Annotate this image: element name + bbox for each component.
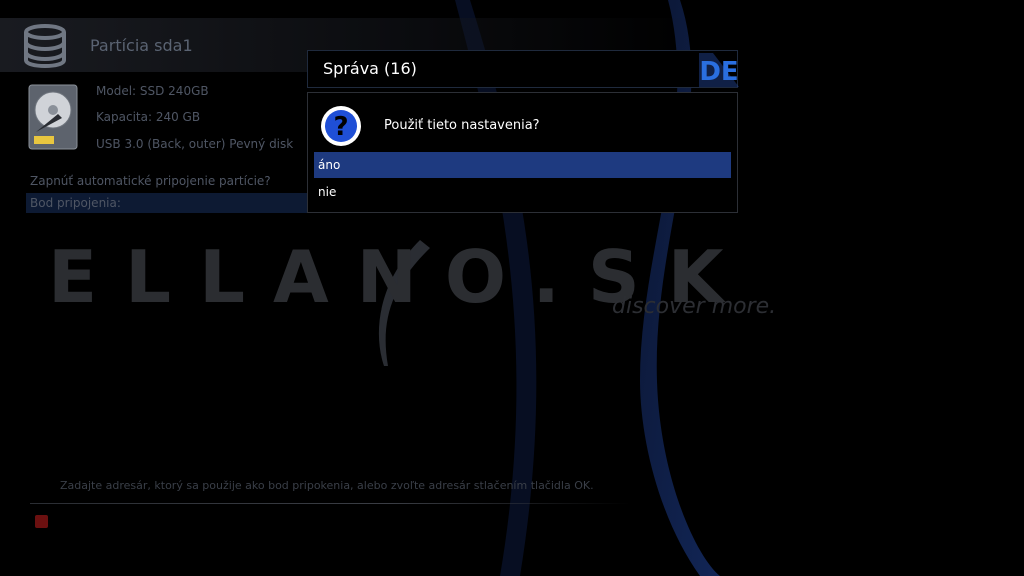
dialog-question: Použiť tieto nastavenia? xyxy=(384,118,540,133)
hard-disk-icon xyxy=(28,84,78,150)
question-icon: ? xyxy=(321,106,361,146)
dialog-title: Správa (16) xyxy=(323,59,417,78)
dialog-body: ? Použiť tieto nastavenia? áno nie xyxy=(307,92,738,213)
device-capacity: Kapacita: 240 GB xyxy=(96,110,201,124)
setting-mountpoint[interactable]: Bod pripojenia: xyxy=(30,196,121,210)
divider xyxy=(30,503,630,504)
svg-text:?: ? xyxy=(333,112,348,142)
help-text: Zadajte adresár, ktorý sa použije ako bo… xyxy=(60,479,594,492)
setting-automount[interactable]: Zapnúť automatické pripojenie partície? xyxy=(30,174,271,188)
watermark-text: ELLANO.SK xyxy=(48,235,752,319)
svg-text:DE: DE xyxy=(699,57,738,87)
option-yes[interactable]: áno xyxy=(314,152,731,178)
page-title: Partícia sda1 xyxy=(90,36,193,55)
red-button-icon[interactable] xyxy=(35,515,48,528)
dialog-title-bar: Správa (16) DE xyxy=(307,50,739,88)
watermark-tagline: discover more. xyxy=(612,294,776,319)
device-connection: USB 3.0 (Back, outer) Pevný disk xyxy=(96,137,294,151)
dreambox-logo-icon: DE xyxy=(699,53,739,87)
database-icon xyxy=(24,24,66,68)
option-no[interactable]: nie xyxy=(314,179,731,205)
device-model: Model: SSD 240GB xyxy=(96,84,209,98)
